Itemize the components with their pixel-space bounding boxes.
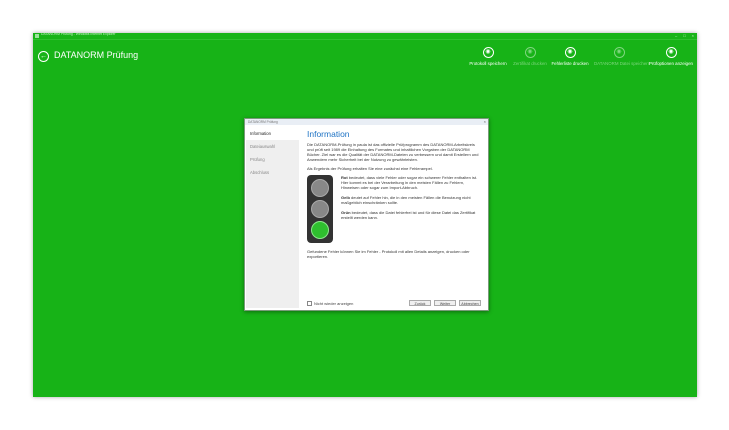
traffic-light-section: Rot bedeutet, dass viele Fehler oder sog… (307, 175, 482, 243)
dialog-heading: Information (307, 129, 350, 139)
traffic-light-legend: Rot bedeutet, dass viele Fehler oder sog… (341, 175, 481, 243)
app-title: DATANORM Prüfung (54, 50, 139, 60)
toolbar-label: DATANORM Datei speichern (594, 61, 651, 66)
app-icon (35, 34, 39, 38)
save-icon: ◉ (613, 47, 625, 58)
step-finish[interactable]: Abschluss (246, 166, 299, 179)
dialog-content: Information Die DATANORM-Prüfung in paul… (307, 129, 482, 263)
window-titlebar: DATANORM Prüfung - Windows Internet Expl… (33, 32, 697, 40)
checkbox-label: Nicht wieder anzeigen (314, 301, 354, 306)
toolbar-label: Prüfoptionen anzeigen (649, 61, 693, 66)
next-button[interactable]: Weiter (434, 300, 456, 306)
dialog-footer: Nicht wieder anzeigen Zurück Weiter Abbr… (307, 300, 482, 307)
red-description: Rot bedeutet, dass viele Fehler oder sog… (341, 175, 481, 190)
dialog-titlebar: DATANORM Prüfung × (245, 119, 488, 125)
step-information[interactable]: Information (246, 127, 299, 140)
cancel-button[interactable]: Abbrechen (459, 300, 481, 306)
traffic-light-icon (307, 175, 333, 243)
certificate-icon: ◉ (524, 47, 536, 58)
save-icon: ◉ (482, 47, 494, 58)
intro-text: Die DATANORM-Prüfung in paula ist das of… (307, 142, 479, 162)
dialog-title: DATANORM Prüfung (248, 120, 278, 124)
save-datanorm-file-button[interactable]: ◉ DATANORM Datei speichern (594, 47, 651, 66)
info-dialog: DATANORM Prüfung × Information Dateiausw… (244, 118, 489, 311)
wizard-steps: Information Dateiauswahl Prüfung Abschlu… (246, 127, 299, 308)
back-arrow-icon[interactable]: ← (38, 51, 49, 62)
green-text: bedeutet, dass die Datei fehlerfrei ist … (341, 210, 476, 220)
print-error-list-button[interactable]: ◉ Fehlerliste drucken (545, 47, 595, 66)
close-icon[interactable]: × (692, 33, 694, 39)
back-button[interactable]: Zurück (409, 300, 431, 306)
dialog-close-icon[interactable]: × (484, 119, 486, 125)
outro-text: Gefundene Fehler können Sie im Fehler - … (307, 249, 470, 259)
options-icon: ◉ (665, 47, 677, 58)
checkbox-box[interactable] (307, 301, 312, 306)
yellow-lamp (311, 199, 329, 218)
red-text: bedeutet, dass viele Fehler oder sogar e… (341, 175, 478, 190)
dont-show-again-checkbox[interactable]: Nicht wieder anzeigen (307, 301, 353, 306)
minimize-icon[interactable]: – (675, 33, 677, 39)
step-file-selection[interactable]: Dateiauswahl (246, 140, 299, 153)
toolbar-label: Fehlerliste drucken (551, 61, 589, 66)
maximize-icon[interactable]: □ (683, 33, 685, 39)
green-description: Grün bedeutet, dass die Datei fehlerfrei… (341, 210, 481, 220)
print-icon: ◉ (564, 47, 576, 58)
show-check-options-button[interactable]: ◉ Prüfoptionen anzeigen (646, 47, 696, 66)
window-controls: – □ × (675, 33, 694, 39)
result-intro-text: Als Ergebnis der Prüfung erhalten Sie ei… (307, 166, 433, 171)
red-lamp (311, 179, 329, 198)
step-check[interactable]: Prüfung (246, 153, 299, 166)
yellow-description: Gelb deutet auf Fehler hin, die in den m… (341, 195, 481, 205)
green-lamp (311, 220, 329, 239)
window-title: DATANORM Prüfung - Windows Internet Expl… (41, 32, 116, 36)
yellow-text: deutet auf Fehler hin, die in den meiste… (341, 195, 471, 205)
